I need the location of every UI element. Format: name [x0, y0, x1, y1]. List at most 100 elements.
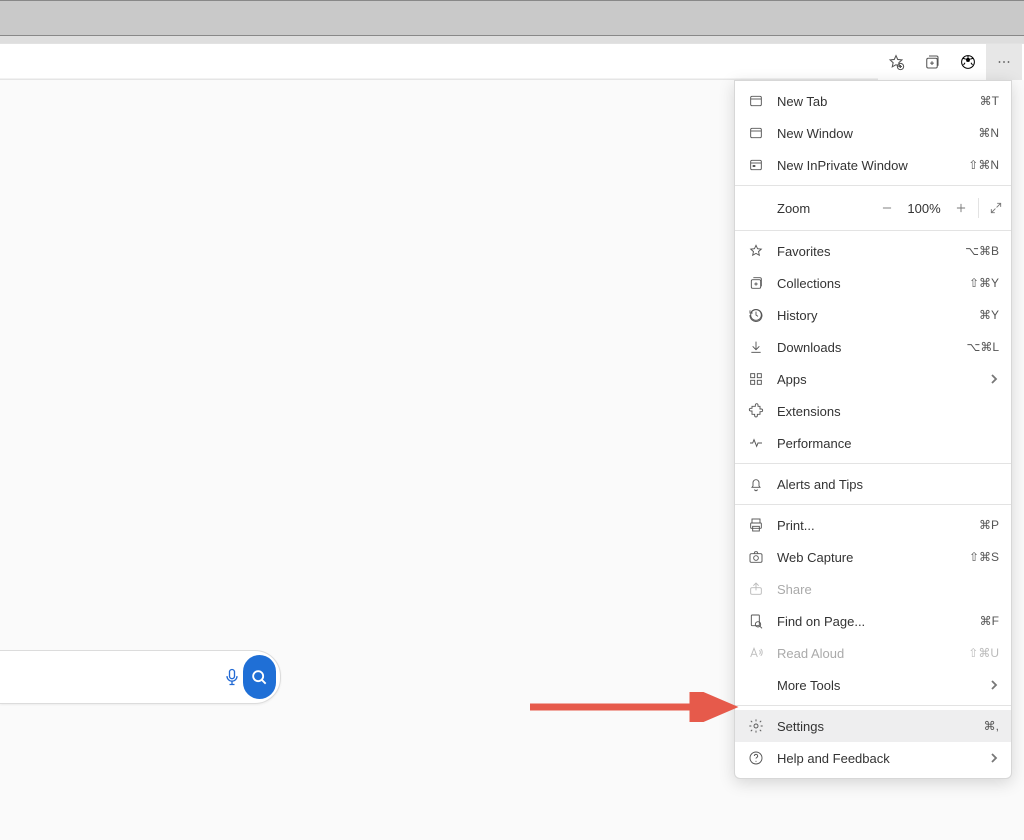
menu-shortcut: ⌘, [984, 719, 999, 733]
menu-shortcut: ⇧⌘U [968, 646, 999, 660]
menu-separator [735, 185, 1011, 186]
menu-new-tab[interactable]: New Tab ⌘T [735, 85, 1011, 117]
search-button[interactable] [243, 655, 276, 699]
history-icon [747, 306, 765, 324]
more-button[interactable] [986, 44, 1022, 80]
voice-search-button[interactable] [221, 651, 243, 703]
puzzle-icon [747, 402, 765, 420]
toolbar-right-icons [878, 44, 1024, 80]
fullscreen-icon [989, 201, 1003, 215]
menu-label: New Tab [777, 94, 972, 109]
zoom-in-button[interactable] [946, 190, 976, 226]
menu-new-window[interactable]: New Window ⌘N [735, 117, 1011, 149]
menu-label: Find on Page... [777, 614, 972, 629]
menu-print[interactable]: Print... ⌘P [735, 509, 1011, 541]
menu-separator [735, 230, 1011, 231]
fullscreen-button[interactable] [981, 190, 1011, 226]
menu-history[interactable]: History ⌘Y [735, 299, 1011, 331]
gear-icon [747, 717, 765, 735]
menu-alerts-and-tips[interactable]: Alerts and Tips [735, 468, 1011, 500]
menu-label: Settings [777, 719, 976, 734]
menu-label: Favorites [777, 244, 957, 259]
menu-shortcut: ⌘F [980, 614, 999, 628]
find-icon [747, 612, 765, 630]
profile-button[interactable] [950, 44, 986, 80]
menu-label: Help and Feedback [777, 751, 989, 766]
menu-label: Performance [777, 436, 999, 451]
zoom-label: Zoom [777, 201, 872, 216]
chevron-right-icon [989, 372, 999, 387]
add-favorite-button[interactable] [878, 44, 914, 80]
menu-label: Extensions [777, 404, 999, 419]
read-aloud-icon [747, 644, 765, 662]
chevron-right-icon [989, 678, 999, 693]
overflow-menu: New Tab ⌘T New Window ⌘N New InPrivate W… [734, 80, 1012, 779]
heartbeat-icon [747, 434, 765, 452]
collections-icon [747, 274, 765, 292]
menu-settings[interactable]: Settings ⌘, [735, 710, 1011, 742]
microphone-icon [222, 667, 242, 687]
chevron-right-icon [989, 751, 999, 766]
soccer-ball-icon [959, 53, 977, 71]
new-window-icon [747, 124, 765, 142]
zoom-out-button[interactable] [872, 190, 902, 226]
help-icon [747, 749, 765, 767]
menu-find-on-page[interactable]: Find on Page... ⌘F [735, 605, 1011, 637]
zoom-percent: 100% [902, 201, 946, 216]
collections-icon [923, 53, 941, 71]
menu-zoom-row: Zoom 100% [735, 190, 1011, 226]
menu-label: Share [777, 582, 999, 597]
menu-downloads[interactable]: Downloads ⌥⌘L [735, 331, 1011, 363]
menu-shortcut: ⌘Y [979, 308, 999, 322]
new-tab-icon [747, 92, 765, 110]
menu-extensions[interactable]: Extensions [735, 395, 1011, 427]
menu-collections[interactable]: Collections ⇧⌘Y [735, 267, 1011, 299]
menu-more-tools[interactable]: More Tools [735, 669, 1011, 701]
tab-strip [0, 36, 1024, 44]
more-icon [995, 53, 1013, 71]
menu-label: New InPrivate Window [777, 158, 960, 173]
menu-performance[interactable]: Performance [735, 427, 1011, 459]
browser-toolbar [0, 44, 1024, 80]
plus-icon [954, 201, 968, 215]
share-icon [747, 580, 765, 598]
menu-label: Apps [777, 372, 989, 387]
search-input[interactable] [0, 651, 221, 703]
menu-help-and-feedback[interactable]: Help and Feedback [735, 742, 1011, 774]
menu-label: Alerts and Tips [777, 477, 999, 492]
menu-favorites[interactable]: Favorites ⌥⌘B [735, 235, 1011, 267]
menu-label: Web Capture [777, 550, 961, 565]
menu-apps[interactable]: Apps [735, 363, 1011, 395]
search-bar [0, 650, 281, 704]
browser-content: New Tab ⌘T New Window ⌘N New InPrivate W… [0, 80, 1024, 840]
download-icon [747, 338, 765, 356]
menu-shortcut: ⌘T [980, 94, 999, 108]
menu-shortcut: ⇧⌘N [968, 158, 999, 172]
menu-label: Downloads [777, 340, 958, 355]
apps-icon [747, 370, 765, 388]
menu-web-capture[interactable]: Web Capture ⇧⌘S [735, 541, 1011, 573]
collections-button[interactable] [914, 44, 950, 80]
printer-icon [747, 516, 765, 534]
menu-label: History [777, 308, 971, 323]
menu-shortcut: ⌥⌘L [966, 340, 999, 354]
menu-label: New Window [777, 126, 970, 141]
menu-separator [735, 463, 1011, 464]
menu-read-aloud: Read Aloud ⇧⌘U [735, 637, 1011, 669]
menu-label: Collections [777, 276, 961, 291]
address-bar-area[interactable] [0, 44, 878, 80]
menu-new-inprivate-window[interactable]: New InPrivate Window ⇧⌘N [735, 149, 1011, 181]
star-icon [747, 242, 765, 260]
menu-label: More Tools [777, 678, 989, 693]
window-titlebar [0, 0, 1024, 36]
menu-shortcut: ⌘P [979, 518, 999, 532]
minus-icon [880, 201, 894, 215]
star-add-icon [887, 53, 905, 71]
menu-shortcut: ⌥⌘B [965, 244, 999, 258]
menu-share: Share [735, 573, 1011, 605]
menu-label: Print... [777, 518, 971, 533]
annotation-arrow [530, 692, 740, 722]
camera-icon [747, 548, 765, 566]
menu-shortcut: ⌘N [978, 126, 999, 140]
menu-shortcut: ⇧⌘Y [969, 276, 999, 290]
